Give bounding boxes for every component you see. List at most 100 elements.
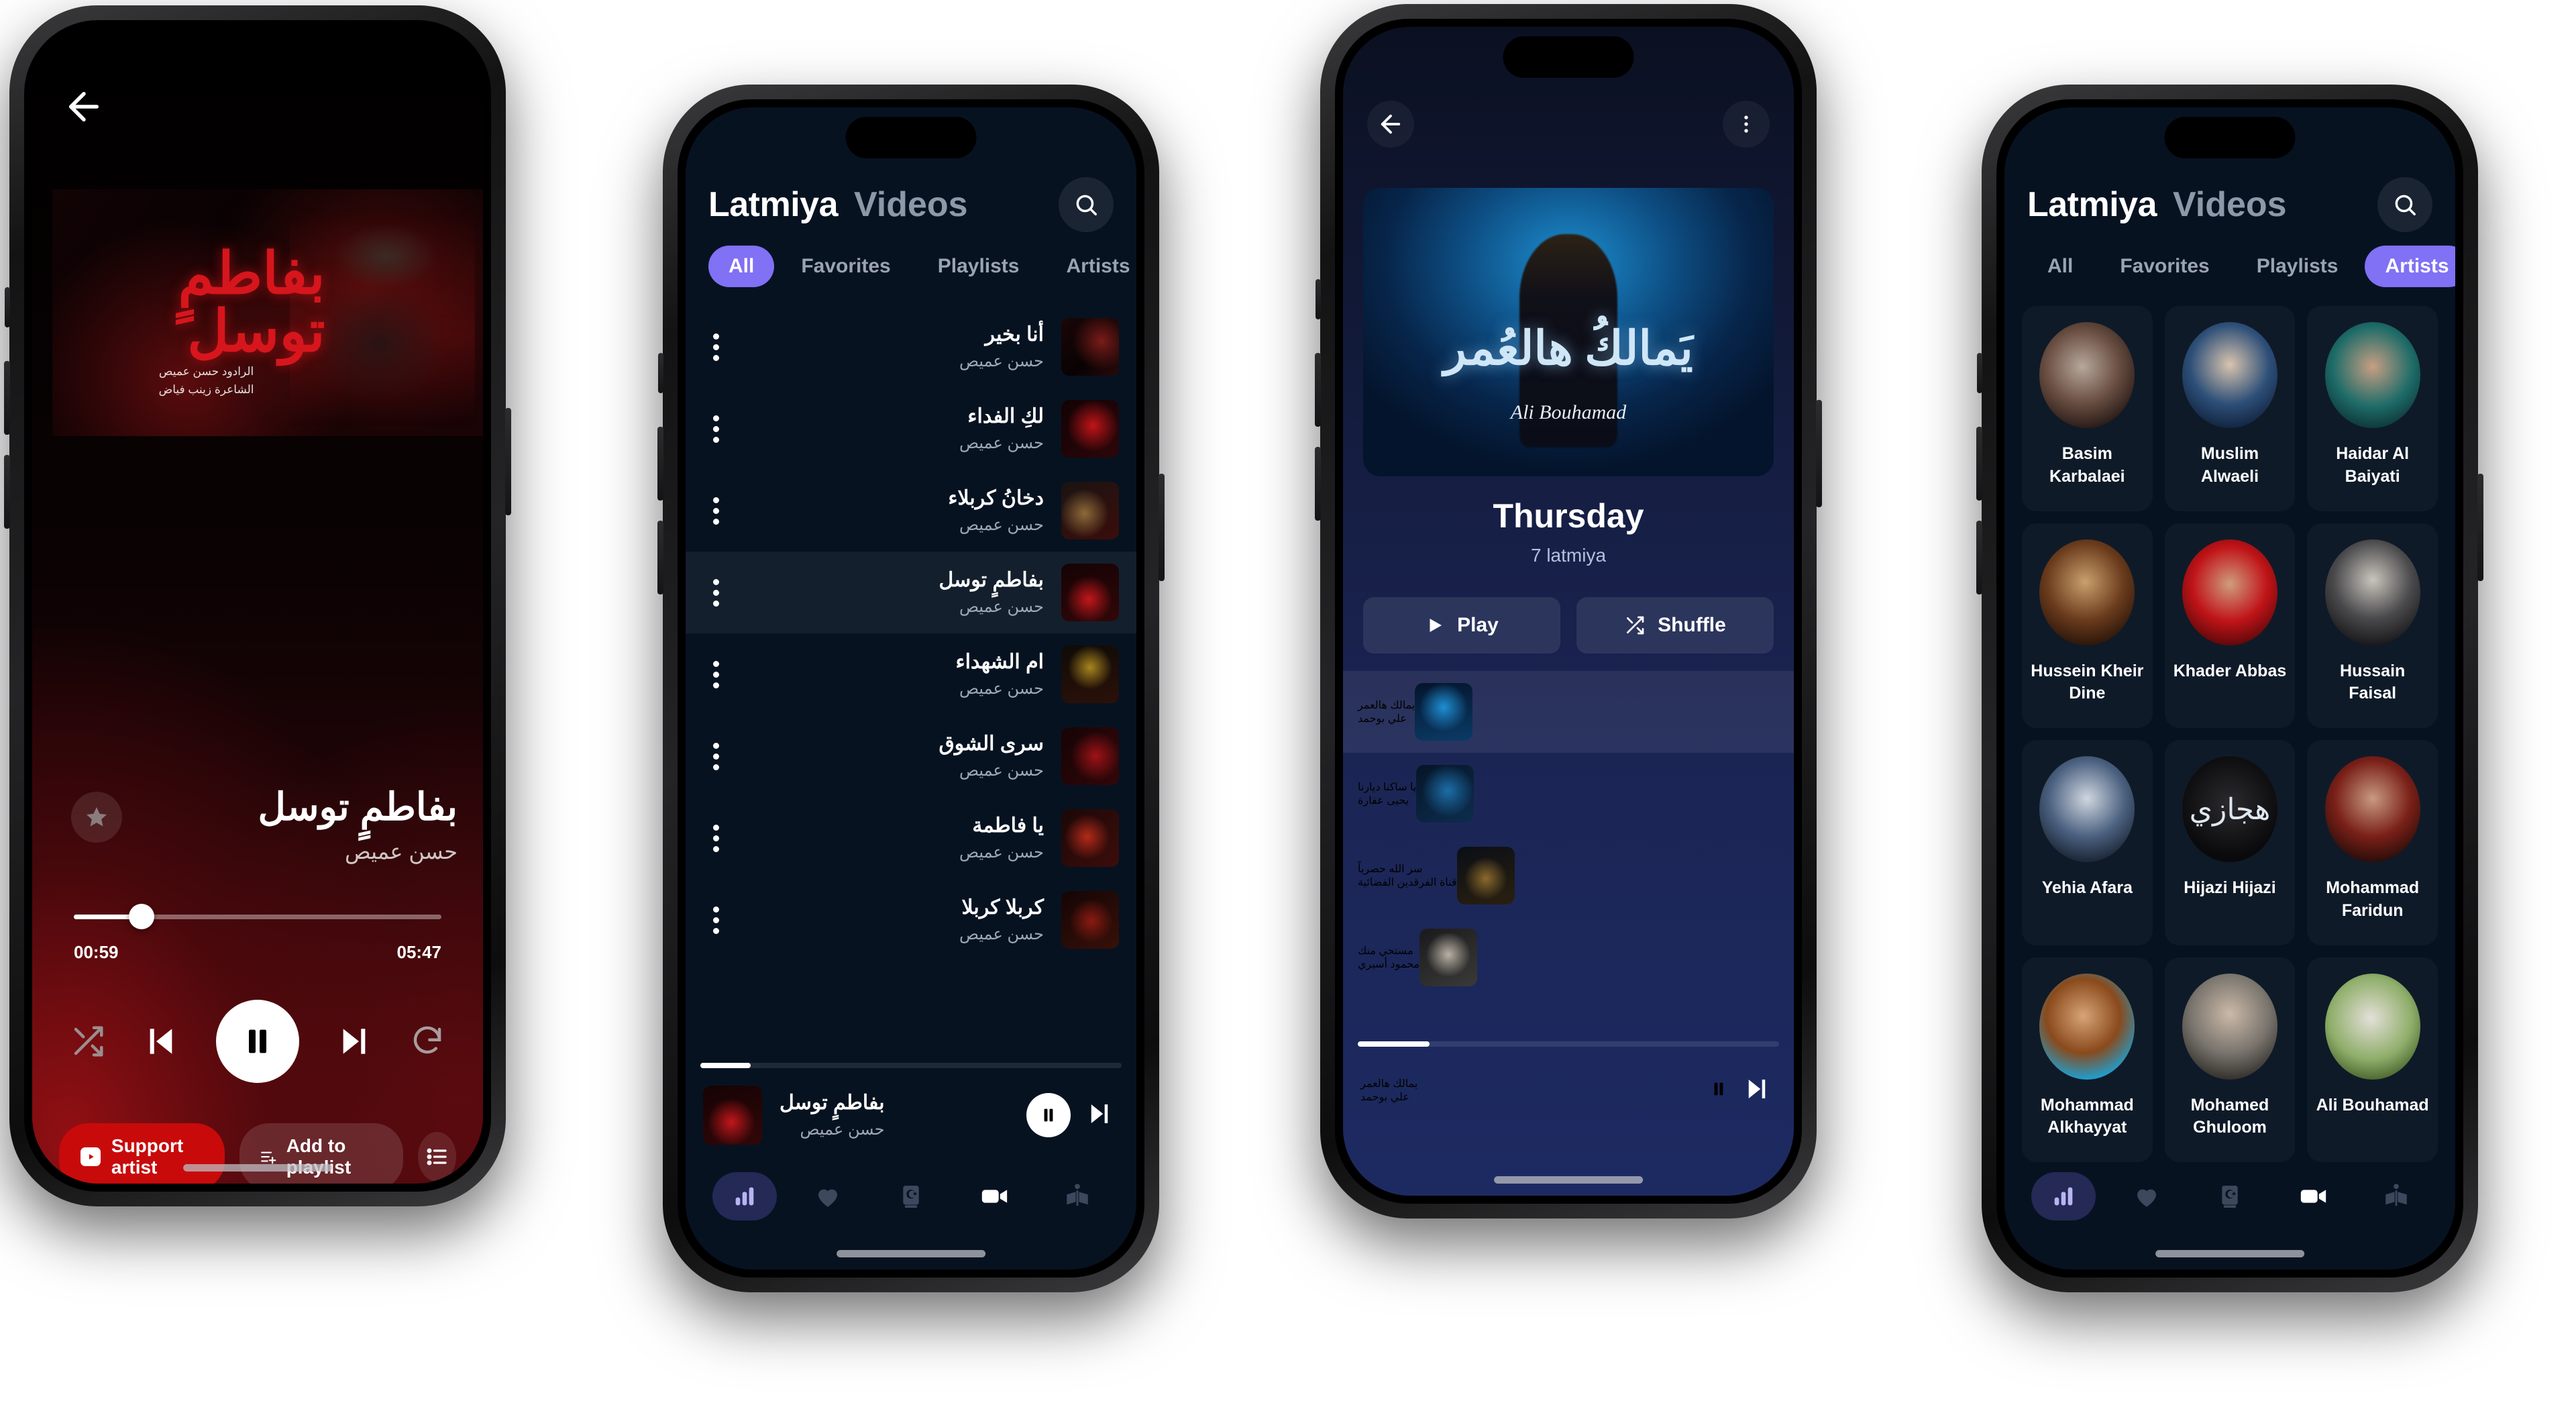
artist-card[interactable]: Khader Abbas [2165, 523, 2296, 729]
tab-playlists[interactable]: Playlists [918, 246, 1040, 287]
more-vertical-icon[interactable] [1723, 101, 1770, 148]
track-row[interactable]: سر الله حصرياً قناة الفرقدين الفضائية [1343, 835, 1794, 917]
nav-equalizer-icon[interactable] [2031, 1172, 2096, 1220]
repeat-icon[interactable] [409, 1023, 445, 1059]
artist-card[interactable]: Muslim Alwaeli [2165, 306, 2296, 511]
track-row[interactable]: سرى الشوق حسن عميص [686, 715, 1136, 797]
screen-album: يَمالكُ هالعُمر Ali Bouhamad Thursday 7 … [1343, 27, 1794, 1196]
artist-avatar [2039, 322, 2135, 428]
seek-progress [74, 915, 137, 919]
tab-favorites[interactable]: Favorites [781, 246, 910, 287]
nav-heart-icon[interactable] [2114, 1172, 2179, 1220]
skip-next-icon[interactable] [335, 1023, 373, 1060]
track-row[interactable]: يا ساكنا ديارنا يحيى عفارة [1343, 753, 1794, 835]
nav-quran-book-icon[interactable] [2198, 1172, 2262, 1220]
artist-card[interactable]: هجازي Hijazi Hijazi [2165, 740, 2296, 945]
nav-quran-book-icon[interactable] [879, 1172, 943, 1220]
volume-up-button [657, 427, 663, 501]
row-more-icon[interactable] [700, 415, 731, 443]
mini-player[interactable]: بفاطمٍ توسل حسن عميص [686, 1075, 1136, 1155]
mini-play-pause-button[interactable] [1709, 1080, 1728, 1102]
artist-avatar [2039, 539, 2135, 645]
artist-card[interactable]: Yehia Afara [2022, 740, 2153, 945]
track-artist: علي بوحمد [1358, 713, 1407, 725]
track-row[interactable]: دخانُ كربلاء حسن عميص [686, 470, 1136, 552]
bottom-navigation [2004, 1159, 2455, 1233]
track-row[interactable]: بفاطمٍ توسل حسن عميص [686, 552, 1136, 633]
mini-player[interactable]: يمالك هالعمر علي بوحمد [1343, 1049, 1794, 1131]
power-button [2477, 474, 2483, 581]
phone-mockup-videos-list: Latmiya Videos All Favorites Playlists Arti… [657, 85, 1165, 1292]
mini-skip-next-icon[interactable] [1085, 1100, 1114, 1131]
back-arrow-icon[interactable] [62, 85, 106, 129]
track-artist: حسن عميص [959, 434, 1044, 452]
seek-knob[interactable] [129, 904, 155, 929]
add-to-playlist-button[interactable]: Add to playlist [239, 1123, 404, 1184]
mini-skip-next-icon[interactable] [1743, 1075, 1771, 1106]
nav-video-camera-icon[interactable] [962, 1172, 1026, 1220]
tab-all[interactable]: All [2027, 246, 2093, 287]
track-row[interactable]: لكِ الفداء حسن عميص [686, 388, 1136, 470]
track-artist: قناة الفرقدين الفضائية [1358, 877, 1457, 888]
row-more-icon[interactable] [700, 742, 731, 770]
play-pause-button[interactable] [216, 1000, 299, 1083]
shuffle-icon[interactable] [70, 1023, 106, 1059]
row-more-icon[interactable] [700, 497, 731, 525]
track-row[interactable]: يمالك هالعمر علي بوحمد [1343, 671, 1794, 753]
artist-card[interactable]: Ali Bouhamad [2307, 957, 2438, 1163]
artist-avatar [2039, 756, 2135, 862]
row-more-icon[interactable] [700, 660, 731, 688]
row-more-icon[interactable] [700, 824, 731, 852]
nav-video-camera-icon[interactable] [2281, 1172, 2345, 1220]
track-row[interactable]: أنا بخير حسن عميص [686, 306, 1136, 388]
tab-artists[interactable]: Artists [1046, 246, 1136, 287]
mini-play-pause-button[interactable] [1026, 1093, 1071, 1137]
horizontal-scrollbar[interactable] [1358, 1041, 1779, 1047]
row-more-icon[interactable] [700, 333, 731, 361]
artist-avatar [2182, 973, 2277, 1080]
tab-artists[interactable]: Artists [2365, 246, 2455, 287]
artist-card[interactable]: Mohammad Alkhayyat [2022, 957, 2153, 1163]
track-artist: حسن عميص [959, 352, 1044, 370]
back-arrow-icon[interactable] [1367, 101, 1414, 148]
volume-up-button [4, 361, 10, 435]
tab-all[interactable]: All [708, 246, 775, 287]
nav-open-book-icon[interactable] [1045, 1172, 1110, 1220]
mini-player-artist: حسن عميص [800, 1121, 885, 1139]
star-icon[interactable] [71, 792, 122, 843]
artist-card[interactable]: Mohammad Faridun [2307, 740, 2438, 945]
album-cover-signature: Ali Bouhamad [1510, 401, 1627, 424]
tab-playlists[interactable]: Playlists [2237, 246, 2359, 287]
track-row[interactable]: كربلا كربلا حسن عميص [686, 879, 1136, 961]
skip-previous-icon[interactable] [142, 1023, 180, 1060]
home-indicator [837, 1250, 985, 1257]
track-row[interactable]: مستحي منك محمود أسيري [1343, 917, 1794, 998]
artists-header: Latmiya Videos [2004, 177, 2455, 232]
artist-card[interactable]: Mohamed Ghuloom [2165, 957, 2296, 1163]
queue-list-icon[interactable] [418, 1132, 456, 1182]
row-more-icon[interactable] [700, 906, 731, 934]
search-icon[interactable] [1059, 177, 1114, 232]
track-thumbnail [1456, 847, 1515, 904]
seek-slider[interactable] [74, 904, 441, 929]
nav-heart-icon[interactable] [796, 1172, 860, 1220]
play-button[interactable]: Play [1363, 597, 1560, 654]
nav-equalizer-icon[interactable] [712, 1172, 777, 1220]
track-row[interactable]: يا فاطمة حسن عميص [686, 797, 1136, 879]
artist-card[interactable]: Haidar Al Baiyati [2307, 306, 2438, 511]
artist-card[interactable]: Hussain Faisal [2307, 523, 2438, 729]
shuffle-button[interactable]: Shuffle [1576, 597, 1774, 654]
nav-open-book-icon[interactable] [2364, 1172, 2428, 1220]
artist-name: Hijazi Hijazi [2184, 878, 2276, 897]
support-artist-button[interactable]: Support artist [59, 1123, 225, 1184]
row-more-icon[interactable] [700, 578, 731, 607]
track-row[interactable]: ام الشهداء حسن عميص [686, 633, 1136, 715]
artist-card[interactable]: Hussein Kheir Dine [2022, 523, 2153, 729]
artist-card[interactable]: Basim Karbalaei [2022, 306, 2153, 511]
tab-favorites[interactable]: Favorites [2100, 246, 2229, 287]
phone-mockup-artists-grid: Latmiya Videos All Favorites Playlists Arti… [1976, 85, 2483, 1292]
search-icon[interactable] [2377, 177, 2432, 232]
horizontal-scrollbar[interactable] [700, 1063, 1122, 1068]
bezel: Latmiya Videos All Favorites Playlists Arti… [1996, 99, 2463, 1278]
artist-name: Haidar Al Baiyati [2336, 444, 2410, 486]
